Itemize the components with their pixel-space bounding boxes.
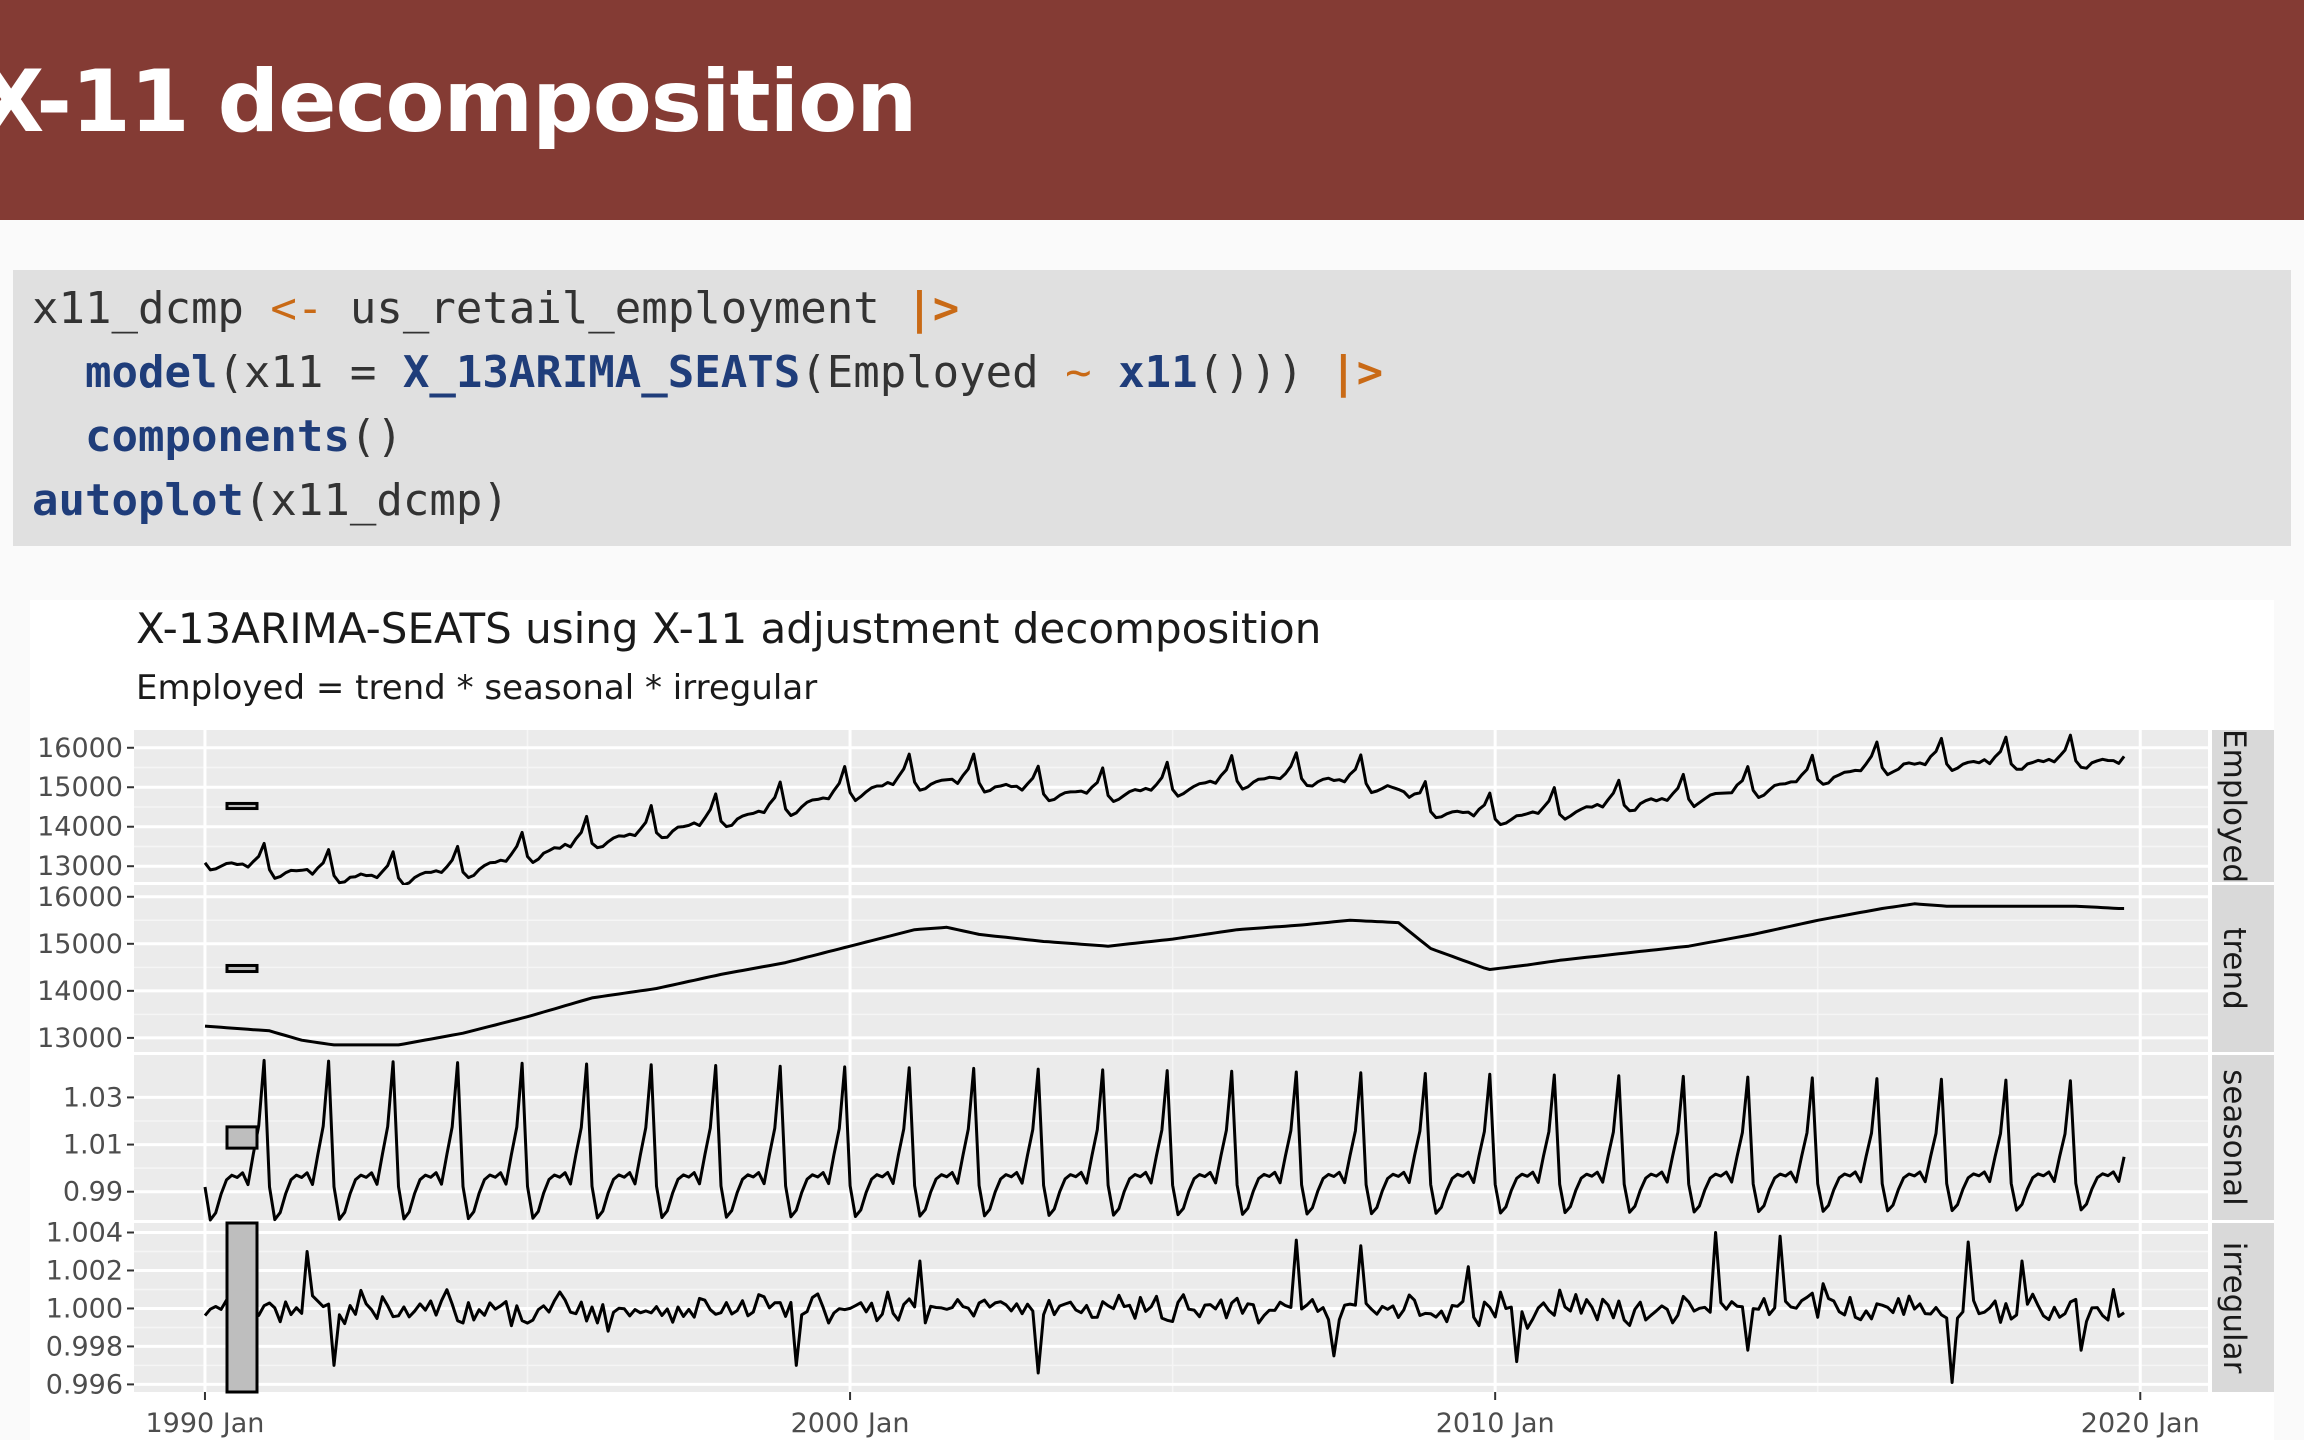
panel-background	[134, 885, 2208, 1052]
scale-bar	[225, 801, 259, 811]
code-token: |>	[1330, 347, 1384, 398]
code-token: ()	[349, 411, 403, 462]
scale-bar	[225, 1125, 259, 1150]
y-tick-label: 0.998	[46, 1331, 123, 1362]
code-token: components	[84, 411, 350, 462]
scale-bar	[225, 963, 259, 974]
y-tick-label: 0.99	[63, 1177, 123, 1208]
code-token: autoplot	[32, 475, 244, 526]
strip-label-seasonal: seasonal	[2216, 1069, 2252, 1206]
chart-subtitle: Employed = trend * seasonal * irregular	[136, 668, 817, 708]
y-tick-label: 1.03	[63, 1082, 123, 1113]
code-line-1: x11_dcmp <- us_retail_employment |>	[32, 283, 959, 334]
chart-panels: Employed 13000 14000 15000 16000 trend 13000 14…	[37, 729, 2274, 1400]
chart-container: X-13ARIMA-SEATS using X-11 adjustment de…	[30, 600, 2274, 1440]
y-tick-label: 13000	[37, 1023, 123, 1054]
code-line-3: components()	[32, 411, 403, 462]
code-token: model	[84, 347, 218, 398]
code-token: us_retail_employment	[323, 283, 907, 334]
x-tick-label: 2000 Jan	[791, 1408, 910, 1439]
code-block: x11_dcmp <- us_retail_employment |> mode…	[13, 270, 2291, 546]
y-tick-label: 13000	[37, 851, 123, 882]
y-tick-label: 15000	[37, 772, 123, 803]
code-token: (x11 =	[217, 347, 403, 398]
decomposition-chart: X-13ARIMA-SEATS using X-11 adjustment de…	[37, 604, 2274, 1439]
strip-label-Employed: Employed	[2216, 729, 2252, 883]
scale-bar	[225, 1221, 259, 1394]
y-tick-label: 0.996	[46, 1369, 123, 1400]
code-token: (x11_dcmp)	[243, 475, 509, 526]
slide-title: X-11 decomposition	[0, 52, 917, 152]
code-token: |>	[906, 283, 960, 334]
y-tick-label: 15000	[37, 929, 123, 960]
y-tick-label: 16000	[37, 882, 123, 913]
code-token: x11	[1118, 347, 1198, 398]
y-tick-label: 14000	[37, 812, 123, 843]
code-line-4: autoplot(x11_dcmp)	[32, 475, 509, 526]
code-line-2: model(x11 = X_13ARIMA_SEATS(Employed ~ x…	[32, 347, 1383, 398]
code-token: ~	[1065, 347, 1092, 398]
code-token: X_13ARIMA_SEATS	[402, 347, 801, 398]
code-token: (Employed	[800, 347, 1066, 398]
strip-label-irregular: irregular	[2216, 1242, 2252, 1374]
y-tick-label: 1.002	[46, 1255, 123, 1286]
code-token: <-	[270, 283, 324, 334]
y-tick-label: 16000	[37, 733, 123, 764]
code-token: ()))	[1197, 347, 1331, 398]
x-tick-label: 2020 Jan	[2081, 1408, 2200, 1439]
x-tick-label: 2010 Jan	[1436, 1408, 1555, 1439]
strip-label-trend: trend	[2216, 927, 2252, 1010]
y-tick-label: 1.004	[46, 1217, 123, 1248]
panel-background	[134, 730, 2208, 882]
code-token: x11_dcmp	[32, 283, 271, 334]
x-axis: 1990 Jan 2000 Jan 2010 Jan 2020 Jan	[146, 1392, 2200, 1439]
y-tick-label: 1.000	[46, 1293, 123, 1324]
y-tick-label: 14000	[37, 976, 123, 1007]
y-tick-label: 1.01	[63, 1130, 123, 1161]
chart-title: X-13ARIMA-SEATS using X-11 adjustment de…	[136, 604, 1321, 653]
x-tick-label: 1990 Jan	[146, 1408, 265, 1439]
